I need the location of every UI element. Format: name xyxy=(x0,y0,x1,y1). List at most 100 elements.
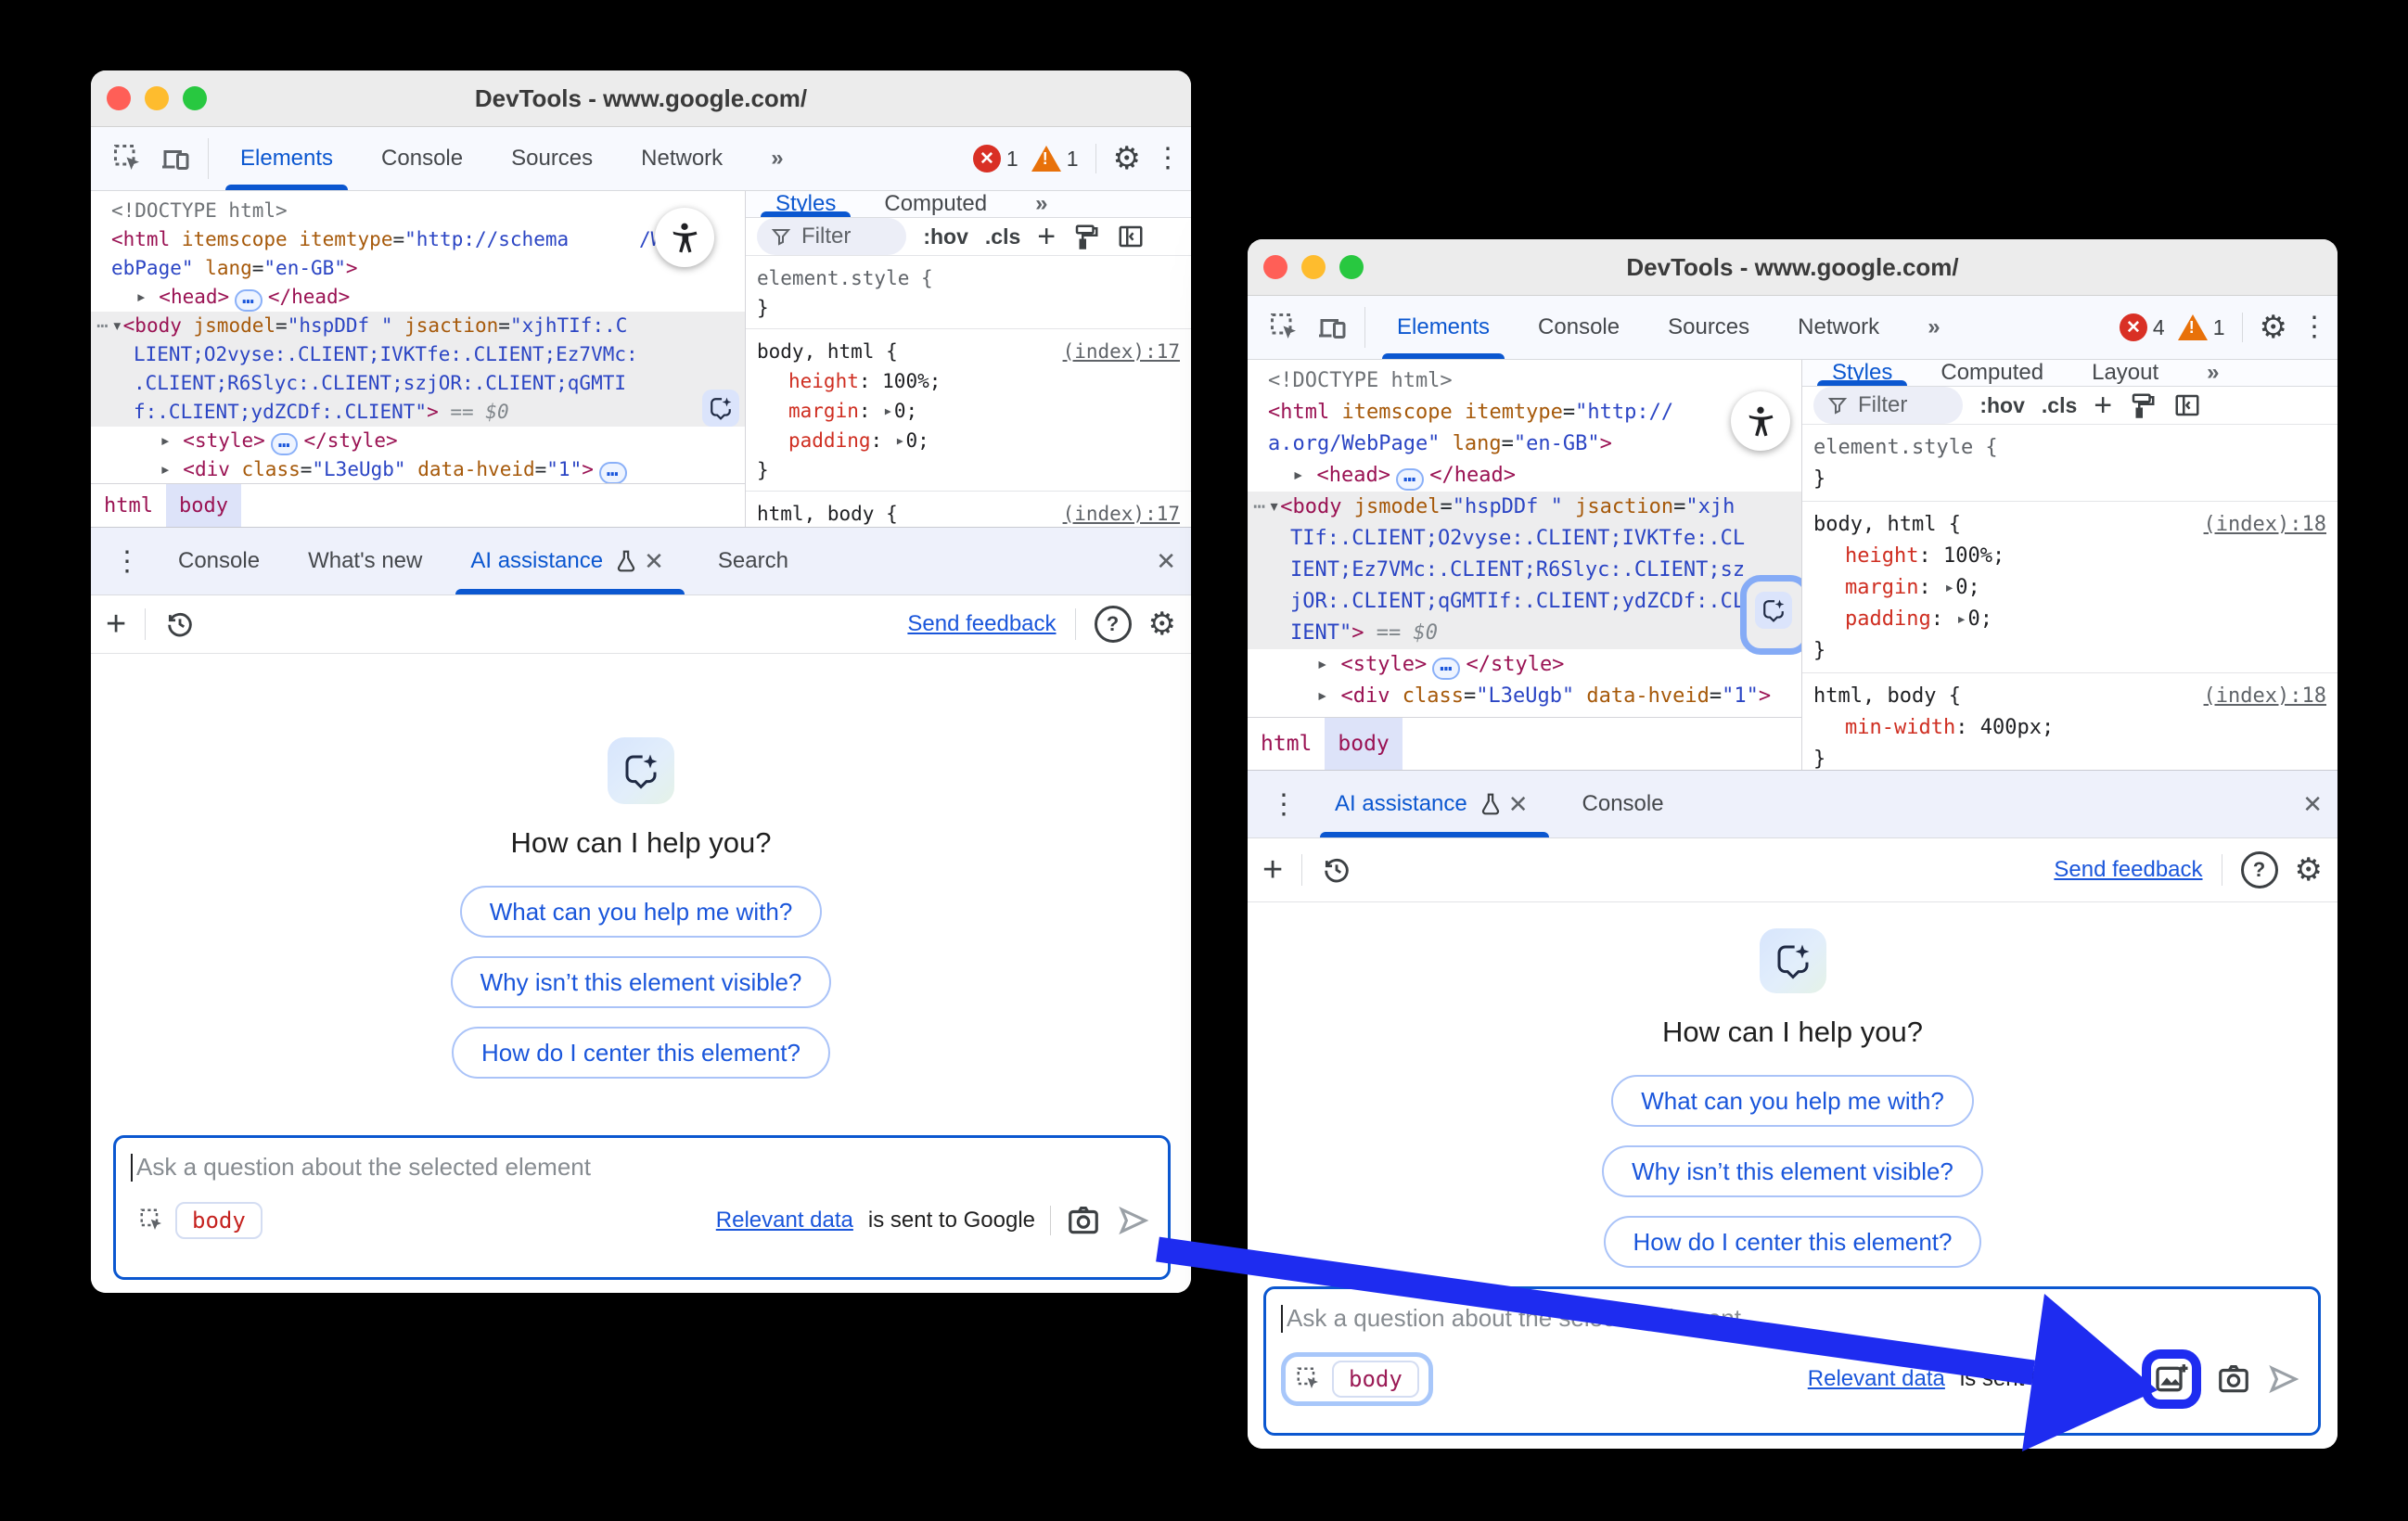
css-property[interactable]: min-width: 400px; xyxy=(1813,712,2326,744)
kebab-menu-icon[interactable]: ⋮ xyxy=(2300,313,2328,341)
panel-toggle-icon[interactable] xyxy=(2173,391,2201,419)
dom-line[interactable]: ▶ <div class="L3eUgb" data-hveid="1">… xyxy=(91,455,745,483)
more-actions-gutter-icon[interactable]: ⋯ xyxy=(96,312,109,340)
ai-suggestion-button[interactable]: Why isn’t this element visible? xyxy=(451,956,832,1008)
tab-sources[interactable]: Sources xyxy=(1644,296,1774,359)
inspect-icon[interactable] xyxy=(1261,296,1309,359)
drawer-tab-ai-assistance[interactable]: AI assistance✕ xyxy=(446,528,694,594)
relevant-data-link[interactable]: Relevant data xyxy=(716,1208,853,1233)
breadcrumb-item-body[interactable]: body xyxy=(166,484,241,527)
selected-element-chip[interactable]: body xyxy=(175,1202,263,1239)
drawer-kebab-menu-icon[interactable]: ⋮ xyxy=(100,528,154,594)
stylesheet-source-link[interactable]: (index):17 xyxy=(1063,499,1180,527)
drawer-tab-console[interactable]: Console xyxy=(154,528,284,594)
send-feedback-link[interactable]: Send feedback xyxy=(2054,857,2202,883)
dom-line[interactable]: LIENT;O2vyse:.CLIENT;IVKTfe:.CLIENT;Ez7V… xyxy=(91,340,745,369)
selected-element-chip[interactable]: body xyxy=(1332,1361,1419,1398)
dom-line[interactable]: <html itemscope itemtype="http://schema … xyxy=(91,225,745,254)
css-property[interactable]: margin: ▶ 0; xyxy=(1813,572,2326,604)
new-chat-icon[interactable]: + xyxy=(106,607,126,642)
close-icon[interactable]: ✕ xyxy=(638,547,670,576)
dom-line[interactable]: .CLIENT;R6Slyc:.CLIENT;szjOR:.CLIENT;qGM… xyxy=(91,369,745,398)
ai-settings-gear-icon[interactable]: ⚙ xyxy=(1148,608,1176,640)
ai-suggestion-button[interactable]: How do I center this element? xyxy=(1604,1216,1982,1268)
css-rule[interactable]: element.style {} xyxy=(1802,425,2338,502)
screenshot-camera-icon[interactable] xyxy=(1066,1203,1101,1238)
css-rule[interactable]: body, html {(index):17height: 100%;margi… xyxy=(746,329,1191,492)
styles-subtab-layout[interactable]: Layout xyxy=(2068,360,2183,386)
drawer-tab-ai-assistance[interactable]: AI assistance✕ xyxy=(1311,771,1558,837)
dom-line[interactable]: ▶ <style>…</style> xyxy=(1248,649,1801,681)
paint-icon[interactable] xyxy=(1072,223,1100,250)
drawer-close-icon[interactable]: ✕ xyxy=(1150,547,1182,576)
dom-line[interactable]: TIf:.CLIENT;O2vyse:.CLIENT;IVKTfe:.CL xyxy=(1248,523,1801,555)
tab-elements[interactable]: Elements xyxy=(1373,296,1514,359)
new-style-rule-icon[interactable]: + xyxy=(1037,219,1056,255)
breadcrumb-item-html[interactable]: html xyxy=(1248,718,1325,770)
more-subtabs-button[interactable]: » xyxy=(1011,191,1071,217)
ai-suggestion-button[interactable]: What can you help me with? xyxy=(1611,1075,1974,1127)
stylesheet-source-link[interactable]: (index):18 xyxy=(2204,681,2326,712)
css-rule[interactable]: body, html {(index):18height: 100%;margi… xyxy=(1802,502,2338,673)
expand-inline-icon[interactable]: … xyxy=(1396,468,1424,491)
tab-network[interactable]: Network xyxy=(1774,296,1903,359)
screenshot-camera-icon[interactable] xyxy=(2216,1361,2251,1397)
ai-settings-gear-icon[interactable]: ⚙ xyxy=(2295,854,2323,886)
dom-line[interactable]: IENT"> == $0 xyxy=(1248,618,1801,649)
new-style-rule-icon[interactable]: + xyxy=(2094,388,2112,424)
drawer-close-icon[interactable]: ✕ xyxy=(2297,790,2328,819)
drawer-tab-console[interactable]: Console xyxy=(1558,771,1688,837)
styles-subtab-styles[interactable]: Styles xyxy=(751,191,860,217)
dom-line[interactable]: IENT;Ez7VMc:.CLIENT;R6Slyc:.CLIENT;sz xyxy=(1248,555,1801,586)
settings-gear-icon[interactable]: ⚙ xyxy=(1113,143,1141,174)
css-property[interactable]: padding: ▶ 0; xyxy=(757,426,1180,455)
history-icon[interactable] xyxy=(164,608,196,640)
error-badge[interactable]: ✕4 xyxy=(2120,313,2165,341)
styles-subtab-computed[interactable]: Computed xyxy=(860,191,1011,217)
tab-network[interactable]: Network xyxy=(617,127,747,190)
hov-toggle[interactable]: :hov xyxy=(923,224,968,249)
warning-badge[interactable]: 1 xyxy=(2178,314,2225,340)
css-property[interactable]: padding: ▶ 0; xyxy=(1813,604,2326,635)
panel-toggle-icon[interactable] xyxy=(1117,223,1145,250)
drawer-tab-search[interactable]: Search xyxy=(694,528,813,594)
css-rule[interactable]: html, body {(index):17min-width: 400px;} xyxy=(746,492,1191,527)
device-toolbar-icon[interactable] xyxy=(1309,296,1357,359)
tab-console[interactable]: Console xyxy=(1514,296,1644,359)
paint-icon[interactable] xyxy=(2129,391,2157,419)
ai-suggestion-button[interactable]: Why isn’t this element visible? xyxy=(1602,1145,1983,1197)
dom-line[interactable]: a.org/WebPage" lang="en-GB"> xyxy=(1248,428,1801,460)
help-icon[interactable]: ? xyxy=(1095,606,1132,643)
new-chat-icon[interactable]: + xyxy=(1262,852,1283,888)
dom-line[interactable]: <!DOCTYPE html> xyxy=(1248,365,1801,397)
drawer-kebab-menu-icon[interactable]: ⋮ xyxy=(1257,771,1311,837)
dom-line[interactable]: ▶ <style>…</style> xyxy=(91,427,745,455)
ask-ai-button[interactable] xyxy=(1755,592,1792,629)
css-rule[interactable]: html, body {(index):18min-width: 400px;} xyxy=(1802,673,2338,770)
ai-prompt-box[interactable]: Ask a question about the selected elemen… xyxy=(113,1135,1171,1280)
dom-line[interactable]: ⋯▼<body jsmodel="hspDDf " jsaction="xjhT… xyxy=(91,312,745,340)
styles-subtab-computed[interactable]: Computed xyxy=(1916,360,2068,386)
settings-gear-icon[interactable]: ⚙ xyxy=(2260,312,2287,343)
help-icon[interactable]: ? xyxy=(2241,851,2278,888)
dom-line[interactable]: <html itemscope itemtype="http:// em xyxy=(1248,397,1801,428)
inspect-icon[interactable] xyxy=(104,127,152,190)
add-image-icon[interactable] xyxy=(2153,1361,2190,1398)
send-icon[interactable] xyxy=(2266,1361,2301,1397)
history-icon[interactable] xyxy=(1321,854,1352,886)
expand-inline-icon[interactable]: … xyxy=(599,462,627,483)
stylesheet-source-link[interactable]: (index):18 xyxy=(2204,509,2326,541)
dom-line[interactable]: ▶ <head>…</head> xyxy=(91,283,745,312)
breadcrumb-item-body[interactable]: body xyxy=(1325,718,1402,770)
close-icon[interactable]: ✕ xyxy=(1503,790,1534,819)
dom-line[interactable]: <!DOCTYPE html> xyxy=(91,197,745,225)
breadcrumb-item-html[interactable]: html xyxy=(91,484,166,527)
tab-console[interactable]: Console xyxy=(357,127,487,190)
hov-toggle[interactable]: :hov xyxy=(1979,393,2025,418)
more-actions-gutter-icon[interactable]: ⋯ xyxy=(1253,492,1265,523)
cls-toggle[interactable]: .cls xyxy=(985,224,1020,249)
ai-suggestion-button[interactable]: What can you help me with? xyxy=(460,886,823,938)
cls-toggle[interactable]: .cls xyxy=(2042,393,2077,418)
dom-line[interactable]: ▶ <div class="L3eUgb" data-hveid="1"> xyxy=(1248,681,1801,712)
tab-elements[interactable]: Elements xyxy=(216,127,357,190)
